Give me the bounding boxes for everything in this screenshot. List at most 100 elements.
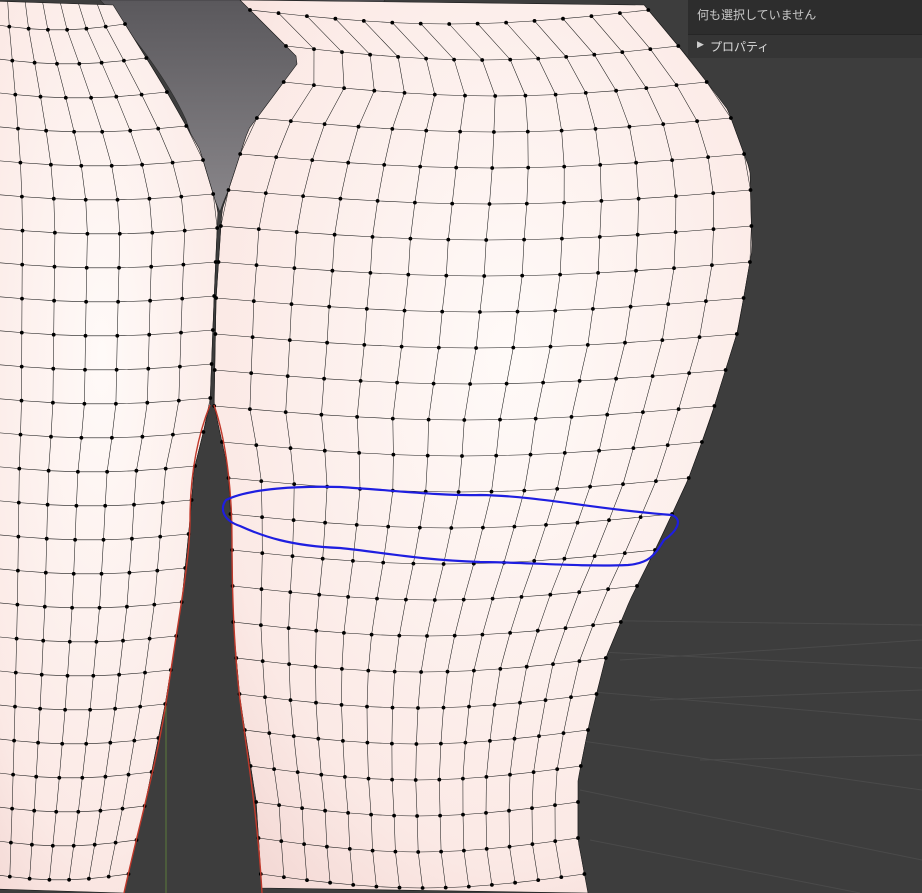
mesh-vertex[interactable] [424,56,428,61]
mesh-vertex[interactable] [346,160,351,165]
mesh-vertex[interactable] [115,197,120,202]
mesh-vertex[interactable] [673,230,678,235]
mesh-vertex[interactable] [636,196,641,201]
mesh-vertex[interactable] [260,659,265,663]
mesh-vertex[interactable] [10,806,15,811]
mesh-vertex[interactable] [508,772,512,777]
mesh-vertex[interactable] [259,623,263,627]
mesh-vertex[interactable] [26,26,31,31]
mesh-vertex[interactable] [46,468,51,473]
mesh-vertex[interactable] [323,520,327,525]
mesh-vertex[interactable] [661,122,666,126]
mesh-vertex[interactable] [49,162,53,167]
mesh-vertex[interactable] [19,330,24,335]
mesh-vertex[interactable] [364,307,369,311]
mesh-vertex[interactable] [635,584,639,588]
mesh-vertex[interactable] [597,235,602,239]
mesh-vertex[interactable] [577,590,582,594]
mesh-vertex[interactable] [283,410,288,414]
mesh-vertex[interactable] [292,482,297,486]
mesh-vertex[interactable] [13,92,18,97]
mesh-vertex[interactable] [325,844,329,849]
mesh-vertex[interactable] [597,448,601,453]
mesh-vertex[interactable] [319,772,324,777]
mesh-vertex[interactable] [36,740,40,745]
mesh-vertex[interactable] [98,808,103,813]
mesh-vertex[interactable] [508,631,512,635]
mesh-vertex[interactable] [163,466,168,471]
mesh-vertex[interactable] [83,333,88,338]
mesh-vertex[interactable] [301,194,305,199]
mesh-vertex[interactable] [592,52,597,57]
mesh-vertex[interactable] [498,417,502,422]
mesh-vertex[interactable] [461,597,466,602]
mesh-vertex[interactable] [325,340,329,345]
mesh-vertex[interactable] [474,346,478,350]
mesh-vertex[interactable] [208,396,213,400]
mesh-vertex[interactable] [666,302,671,306]
mesh-vertex[interactable] [340,50,344,54]
mesh-vertex[interactable] [127,570,132,575]
mesh-vertex[interactable] [582,872,587,876]
mesh-vertex[interactable] [139,92,144,97]
mesh-vertex[interactable] [695,119,699,123]
mesh-vertex[interactable] [712,404,717,408]
mesh-vertex[interactable] [316,736,321,741]
mesh-vertex[interactable] [354,523,359,527]
mesh-vertex[interactable] [80,775,85,780]
mesh-vertex[interactable] [213,332,218,336]
mesh-vertex[interactable] [215,226,220,230]
mesh-vertex[interactable] [461,812,465,817]
mesh-vertex[interactable] [109,163,114,168]
mesh-vertex[interactable] [292,266,297,270]
mesh-vertex[interactable] [665,443,670,447]
mesh-vertex[interactable] [523,93,528,98]
mesh-vertex[interactable] [562,200,566,205]
mesh-vertex[interactable] [674,83,679,87]
mesh-vertex[interactable] [366,668,371,673]
mesh-vertex[interactable] [623,340,627,345]
mesh-vertex[interactable] [425,453,430,458]
mesh-vertex[interactable] [635,232,640,237]
mesh-vertex[interactable] [106,874,111,879]
right-leg-mesh[interactable] [213,0,753,893]
mesh-vertex[interactable] [15,602,20,607]
mesh-vertex[interactable] [125,604,129,609]
mesh-vertex[interactable] [332,232,337,237]
mesh-vertex[interactable] [415,814,419,818]
3d-viewport[interactable] [0,0,922,893]
mesh-vertex[interactable] [575,520,580,525]
mesh-vertex[interactable] [114,401,118,406]
mesh-vertex[interactable] [117,265,121,270]
mesh-vertex[interactable] [413,778,418,782]
mesh-vertex[interactable] [73,537,77,542]
mesh-vertex[interactable] [569,695,573,699]
mesh-vertex[interactable] [366,776,371,781]
mesh-vertex[interactable] [526,165,531,170]
mesh-vertex[interactable] [372,88,377,93]
mesh-vertex[interactable] [38,706,42,711]
mesh-vertex[interactable] [392,813,396,818]
mesh-vertex[interactable] [536,56,541,61]
mesh-vertex[interactable] [101,537,106,542]
mesh-vertex[interactable] [51,400,55,405]
mesh-vertex[interactable] [18,432,23,437]
mesh-vertex[interactable] [670,158,674,163]
mesh-vertex[interactable] [259,479,264,483]
mesh-vertex[interactable] [402,308,407,313]
mesh-vertex[interactable] [646,8,651,12]
mesh-vertex[interactable] [16,568,20,573]
mesh-vertex[interactable] [577,659,582,663]
mesh-vertex[interactable] [618,620,623,624]
mesh-vertex[interactable] [97,605,102,610]
mesh-vertex[interactable] [672,266,676,270]
mesh-vertex[interactable] [484,238,489,242]
mesh-vertex[interactable] [92,842,97,847]
mesh-vertex[interactable] [543,698,548,702]
mesh-vertex[interactable] [43,570,48,575]
mesh-vertex[interactable] [276,11,281,16]
mesh-vertex[interactable] [386,524,391,529]
mesh-vertex[interactable] [263,191,268,196]
mesh-vertex[interactable] [562,164,567,169]
mesh-vertex[interactable] [291,518,296,522]
